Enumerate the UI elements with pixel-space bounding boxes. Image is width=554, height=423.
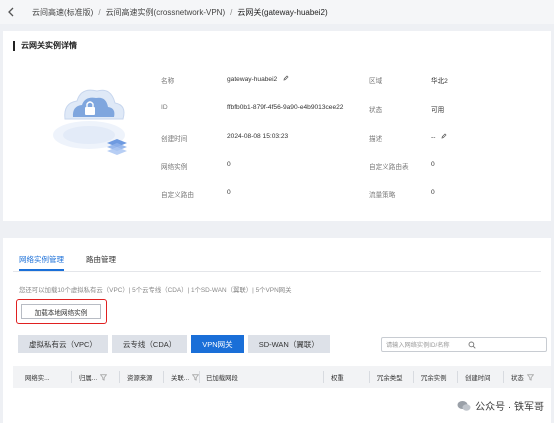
breadcrumb-item-instance[interactable]: 云间高速实例(crossnetwork-VPN): [106, 7, 226, 18]
column-header: 资源来源: [127, 374, 153, 382]
breadcrumb-separator: /: [230, 7, 233, 17]
created-value: 2024-08-08 15:03:23: [227, 133, 289, 140]
tab-bar: 网络实例管理 路由管理: [19, 254, 116, 271]
filter-vpc[interactable]: 虚拟私有云（VPC）: [18, 335, 108, 353]
column-header: 冗余实例: [421, 374, 447, 382]
gateway-details-card: 云网关实例详情 名称 gateway-huabei2 区域 华北2 ID ffb…: [3, 31, 551, 221]
status-label: 状态: [369, 107, 383, 114]
cloud-gateway-illustration: [45, 73, 137, 165]
filter-icon[interactable]: [526, 374, 534, 381]
watermark-text: 公众号 · 铁军哥: [475, 402, 544, 413]
column-divider: [503, 371, 504, 383]
flow-policy-value: 0: [431, 189, 435, 196]
tab-route-management[interactable]: 路由管理: [86, 254, 116, 271]
column-divider: [71, 371, 72, 383]
wechat-icon: [457, 400, 471, 412]
edit-description-icon[interactable]: [441, 133, 447, 141]
column-divider: [199, 371, 200, 383]
column-header: 归属...: [79, 374, 98, 382]
flow-policy-label: 流量策略: [369, 192, 396, 199]
filter-sd-wan[interactable]: SD-WAN（翼联）: [247, 335, 330, 353]
filter-cda[interactable]: 云专线（CDA）: [111, 335, 188, 353]
custom-route-table-label: 自定义路由表: [369, 164, 409, 171]
tab-network-instance[interactable]: 网络实例管理: [19, 254, 64, 271]
name-value: gateway-huabei2: [227, 76, 278, 83]
custom-route-value: 0: [227, 189, 231, 196]
edit-name-icon[interactable]: [283, 75, 289, 83]
column-header: 已加载网段: [206, 374, 238, 382]
breadcrumb-item-gateway: 云网关(gateway-huabei2): [237, 7, 328, 17]
column-divider: [119, 371, 120, 383]
column-divider: [413, 371, 414, 383]
search-input[interactable]: 请输入网络实例ID/名称: [381, 337, 547, 352]
column-header: 冗余类型: [377, 374, 403, 382]
breadcrumb: 云间高速(标准版) / 云间高速实例(crossnetwork-VPN) / 云…: [32, 7, 328, 18]
filter-icon[interactable]: [99, 374, 108, 381]
status-value: 可用: [431, 107, 445, 114]
column-divider: [163, 371, 164, 383]
column-header: 关联...: [171, 374, 190, 382]
net-instance-value: 0: [227, 161, 231, 168]
filter-vpn-gateway[interactable]: VPN网关: [191, 335, 244, 353]
region-label: 区域: [369, 78, 383, 85]
description-label: 描述: [369, 136, 383, 143]
name-label: 名称: [161, 78, 175, 85]
id-value: ffbfb0b1-879f-4f56-9a90-e4b9013cee22: [227, 104, 344, 111]
top-bar: 云间高速(标准版) / 云间高速实例(crossnetwork-VPN) / 云…: [0, 0, 554, 24]
column-divider: [323, 371, 324, 383]
created-label: 创建时间: [161, 136, 188, 143]
column-header: 权重: [331, 374, 344, 382]
breadcrumb-item-cross-speed[interactable]: 云间高速(标准版): [32, 7, 93, 18]
tabs-divider: [13, 271, 541, 272]
id-label: ID: [161, 104, 168, 111]
back-icon[interactable]: [4, 5, 18, 19]
custom-route-label: 自定义路由: [161, 192, 194, 199]
net-instance-label: 网络实例: [161, 164, 188, 171]
column-divider: [369, 371, 370, 383]
column-header: 创建时间: [465, 374, 491, 382]
instance-type-filter: 虚拟私有云（VPC） 云专线（CDA） VPN网关 SD-WAN（翼联）: [18, 335, 330, 353]
highlight-box: [16, 299, 107, 324]
table-header: 网络实... 归属... 资源来源 关联... 已加载网段 权重 冗余类型 冗余…: [13, 366, 551, 388]
quota-text: 您还可以加载10个虚拟私有云（VPC）| 5个云专线（CDA）| 1个SD-WA…: [19, 287, 292, 294]
column-header: 状态: [511, 374, 524, 382]
description-value: --: [431, 134, 436, 141]
region-value: 华北2: [431, 78, 448, 85]
search-placeholder: 请输入网络实例ID/名称: [386, 342, 450, 349]
column-divider: [457, 371, 458, 383]
details-title: 云网关实例详情: [13, 41, 77, 51]
column-header: 网络实...: [25, 374, 50, 382]
custom-route-table-value: 0: [431, 161, 435, 168]
search-icon[interactable]: [468, 340, 477, 349]
watermark: 公众号 · 铁军哥: [453, 396, 548, 415]
breadcrumb-separator: /: [98, 7, 101, 17]
